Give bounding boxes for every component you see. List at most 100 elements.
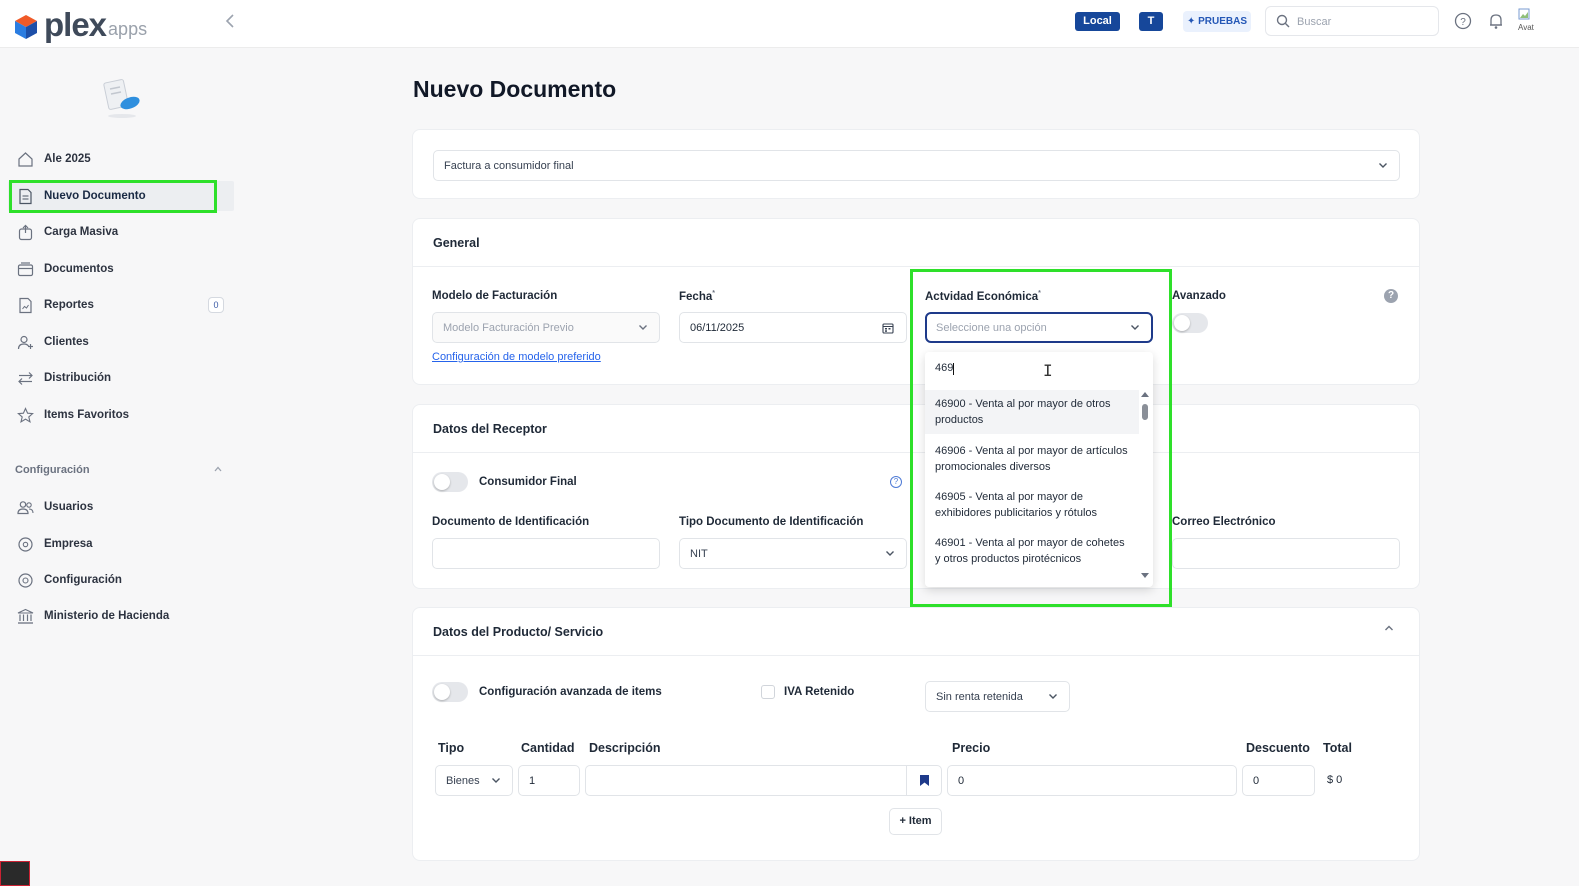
folder-icon — [16, 260, 34, 278]
config-avanzada-label: Configuración avanzada de items — [479, 686, 662, 698]
home-icon — [16, 150, 34, 168]
modelo-preferido-link[interactable]: Configuración de modelo preferido — [432, 351, 601, 363]
logo-text: plex — [44, 6, 107, 43]
sidebar-item-distribucion[interactable]: Distribución — [8, 363, 234, 393]
item-descuento-value: 0 — [1253, 775, 1260, 787]
help-icon[interactable]: ? — [1453, 11, 1473, 31]
item-tipo-select[interactable]: Bienes — [435, 765, 513, 796]
general-card-header: General — [413, 219, 1419, 267]
transfer-icon — [16, 369, 34, 387]
fecha-value: 06/11/2025 — [690, 322, 745, 334]
document-type-select[interactable]: Factura a consumidor final — [433, 150, 1400, 181]
sidebar-item-usuarios[interactable]: Usuarios — [8, 492, 234, 522]
logo-subtext: apps — [108, 19, 148, 39]
star-icon — [16, 406, 34, 424]
chevron-up-icon — [213, 464, 223, 477]
column-header-total: Total — [1323, 741, 1352, 755]
config-avanzada-toggle[interactable] — [432, 682, 468, 702]
column-header-precio: Precio — [952, 741, 991, 755]
sidebar-item-items-favoritos[interactable]: Items Favoritos — [8, 400, 234, 430]
bell-icon[interactable] — [1486, 11, 1506, 31]
search-icon — [1276, 14, 1290, 31]
chevron-down-icon — [1377, 159, 1389, 171]
top-bar: plex apps Local T ✦ PRUEBAS ? Avat — [0, 0, 1579, 48]
highlight-box — [910, 269, 1172, 607]
collapse-sidebar-chevron-icon[interactable] — [222, 12, 240, 30]
sidebar-item-ministerio-hacienda[interactable]: Ministerio de Hacienda — [8, 601, 234, 631]
sidebar-item-label: Items Favoritos — [44, 409, 129, 421]
sidebar-item-home[interactable]: Ale 2025 — [8, 144, 234, 174]
correo-label: Correo Electrónico — [1172, 516, 1276, 528]
user-add-icon — [16, 333, 34, 351]
sidebar-item-label: Clientes — [44, 336, 89, 348]
item-tipo-value: Bienes — [446, 775, 480, 787]
screen-recorder-icon[interactable] — [0, 861, 30, 886]
item-descripcion-input[interactable] — [585, 765, 907, 796]
modelo-facturacion-select[interactable]: Modelo Facturación Previo — [432, 312, 660, 343]
column-header-tipo: Tipo — [438, 741, 465, 755]
sidebar-item-label: Usuarios — [44, 501, 94, 513]
sidebar-item-clientes[interactable]: Clientes — [8, 327, 234, 357]
mode-badge-label: PRUEBAS — [1198, 16, 1248, 27]
users-icon — [16, 498, 34, 516]
item-precio-input[interactable]: 0 — [947, 765, 1237, 796]
item-cantidad-input[interactable]: 1 — [518, 765, 580, 796]
documento-identificacion-input[interactable] — [432, 538, 660, 569]
settings-icon — [16, 571, 34, 589]
calendar-icon[interactable] — [882, 322, 894, 337]
iva-retenido-checkbox[interactable] — [761, 685, 775, 699]
upload-icon — [16, 223, 34, 241]
search-input[interactable] — [1297, 13, 1432, 31]
producto-card-header[interactable]: Datos del Producto/ Servicio — [413, 608, 1419, 656]
global-search[interactable] — [1265, 6, 1439, 36]
documento-identificacion-label: Documento de Identificación — [432, 516, 590, 528]
item-descuento-input[interactable]: 0 — [1242, 765, 1315, 796]
sidebar-section-configuracion[interactable]: Configuración — [15, 464, 227, 478]
renta-retenida-select[interactable]: Sin renta retenida — [925, 681, 1070, 712]
broken-image-icon — [1518, 8, 1530, 20]
page-title: Nuevo Documento — [413, 76, 617, 102]
fecha-label-text: Fecha — [679, 290, 713, 303]
sidebar-item-carga-masiva[interactable]: Carga Masiva — [8, 217, 234, 247]
required-mark: * — [712, 290, 715, 297]
mode-badge[interactable]: ✦ PRUEBAS — [1183, 11, 1251, 32]
sidebar-item-label: Carga Masiva — [44, 226, 119, 238]
avanzado-toggle[interactable] — [1172, 313, 1208, 333]
add-item-button[interactable]: + Item — [889, 808, 942, 835]
bookmark-icon — [919, 774, 930, 790]
environment-badge[interactable]: Local — [1075, 12, 1120, 31]
fecha-input[interactable]: 06/11/2025 — [679, 312, 907, 343]
chevron-down-icon — [490, 774, 502, 786]
general-title: General — [433, 236, 480, 250]
sidebar-item-label: Distribución — [44, 372, 112, 384]
column-header-cantidad: Cantidad — [521, 741, 575, 755]
renta-retenida-value: Sin renta retenida — [936, 691, 1023, 703]
document-type-value: Factura a consumidor final — [444, 160, 574, 172]
producto-title: Datos del Producto/ Servicio — [433, 625, 604, 639]
modelo-facturacion-label: Modelo de Facturación — [432, 290, 558, 302]
sidebar-item-reportes[interactable]: Reportes 0 — [8, 290, 234, 320]
tipo-documento-select[interactable]: NIT — [679, 538, 907, 569]
user-initial-badge[interactable]: T — [1139, 12, 1163, 31]
info-icon[interactable]: ? — [890, 476, 902, 488]
sidebar-item-empresa[interactable]: Empresa — [8, 529, 234, 559]
item-precio-value: 0 — [958, 775, 965, 787]
consumidor-final-label: Consumidor Final — [479, 476, 577, 488]
chevron-up-icon[interactable] — [1383, 622, 1395, 637]
sidebar-item-label: Reportes — [44, 299, 94, 311]
favorite-bookmark-button[interactable] — [906, 765, 942, 796]
avatar[interactable]: Avat — [1518, 8, 1544, 34]
avanzado-label: Avanzado — [1172, 290, 1226, 302]
sidebar-item-configuracion[interactable]: Configuración — [8, 565, 234, 595]
sidebar-item-documentos[interactable]: Documentos — [8, 254, 234, 284]
chevron-down-icon — [884, 547, 896, 559]
sidebar-item-label: Configuración — [44, 574, 122, 586]
sidebar-section-label: Configuración — [15, 464, 90, 476]
help-icon[interactable]: ? — [1384, 289, 1398, 303]
plex-logo[interactable]: plex apps — [14, 6, 148, 43]
reportes-count-badge: 0 — [208, 297, 224, 313]
correo-input[interactable] — [1172, 538, 1400, 569]
consumidor-final-toggle[interactable] — [432, 472, 468, 492]
company-icon — [16, 535, 34, 553]
column-header-descuento: Descuento — [1246, 741, 1310, 755]
